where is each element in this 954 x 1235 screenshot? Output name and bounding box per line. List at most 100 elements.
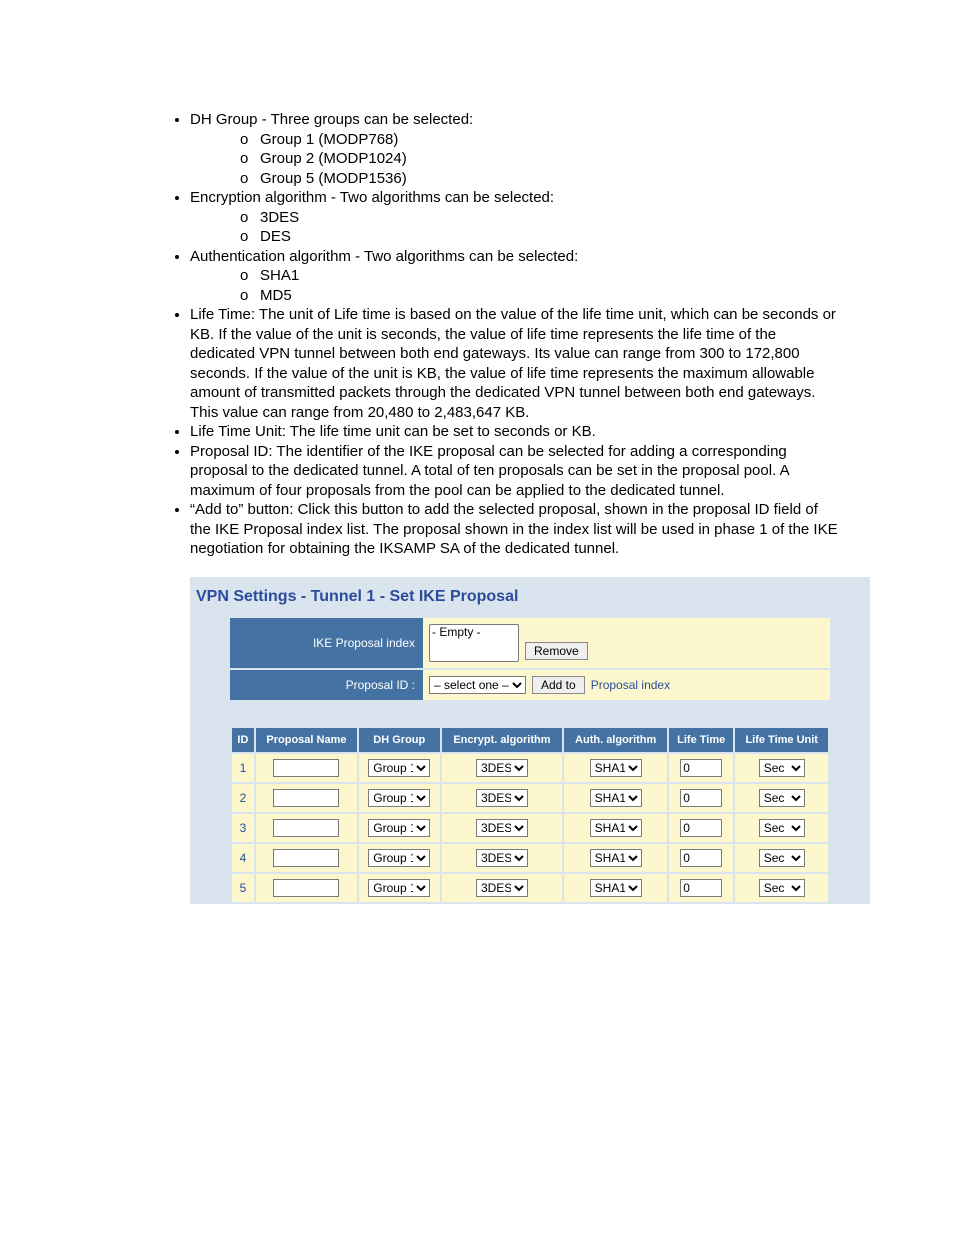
proposal-name-input[interactable] [273,759,339,777]
doc-subitem: 3DES [240,208,839,228]
doc-subitem: Group 1 (MODP768) [240,130,839,150]
lifetime-input[interactable] [680,849,722,867]
doc-item: Authentication algorithm - Two algorithm… [190,247,839,306]
doc-item-text: Life Time Unit: The life time unit can b… [190,423,596,440]
table-row: 2 Group 1 3DES SHA1 Sec [232,784,828,812]
cell-encrypt: 3DES [442,874,563,902]
proposal-name-input[interactable] [273,849,339,867]
lifetime-unit-select[interactable]: Sec [759,849,805,867]
cell-lifetime [669,874,733,902]
proposal-name-input[interactable] [273,879,339,897]
proposal-id-select[interactable]: – select one – [429,676,526,694]
proposal-name-input[interactable] [273,819,339,837]
proposal-name-input[interactable] [273,789,339,807]
cell-auth: SHA1 [564,754,667,782]
doc-sublist: SHA1MD5 [240,266,839,305]
table-header: ID [232,728,254,752]
cell-lifetime [669,754,733,782]
proposal-table-wrap: IDProposal NameDH GroupEncrypt. algorith… [230,726,830,904]
cell-dh-group: Group 1 [359,844,439,872]
cell-id: 2 [232,784,254,812]
cell-id: 1 [232,754,254,782]
dh-group-select[interactable]: Group 1 [368,879,430,897]
cell-encrypt: 3DES [442,784,563,812]
auth-select[interactable]: SHA1 [590,759,642,777]
table-header: Proposal Name [256,728,357,752]
lifetime-unit-select[interactable]: Sec [759,819,805,837]
lifetime-input[interactable] [680,879,722,897]
table-row: 1 Group 1 3DES SHA1 Sec [232,754,828,782]
auth-select[interactable]: SHA1 [590,819,642,837]
lifetime-unit-select[interactable]: Sec [759,759,805,777]
doc-item-text: Authentication algorithm - Two algorithm… [190,248,578,265]
cell-proposal-name [256,844,357,872]
cell-auth: SHA1 [564,814,667,842]
cell-lifetime-unit: Sec [735,784,828,812]
cell-proposal-name [256,814,357,842]
cell-proposal-name [256,784,357,812]
auth-select[interactable]: SHA1 [590,849,642,867]
ike-proposal-index-option[interactable]: - Empty - [430,625,518,640]
cell-auth: SHA1 [564,844,667,872]
doc-item: DH Group - Three groups can be selected:… [190,110,839,188]
table-header: DH Group [359,728,439,752]
cell-lifetime-unit: Sec [735,874,828,902]
cell-encrypt: 3DES [442,844,563,872]
lifetime-unit-select[interactable]: Sec [759,879,805,897]
lifetime-input[interactable] [680,759,722,777]
cell-dh-group: Group 1 [359,754,439,782]
ike-proposal-index-listbox[interactable]: - Empty - [429,624,519,662]
encrypt-select[interactable]: 3DES [476,819,528,837]
add-to-button[interactable]: Add to [532,676,585,694]
cell-id: 4 [232,844,254,872]
doc-item-text: Life Time: The unit of Life time is base… [190,306,836,421]
doc-subitem: Group 2 (MODP1024) [240,149,839,169]
doc-sublist: 3DESDES [240,208,839,247]
encrypt-select[interactable]: 3DES [476,789,528,807]
row-ike-proposal-index: IKE Proposal index - Empty - Remove [230,618,830,670]
lifetime-unit-select[interactable]: Sec [759,789,805,807]
cell-lifetime [669,784,733,812]
lifetime-input[interactable] [680,819,722,837]
encrypt-select[interactable]: 3DES [476,849,528,867]
dh-group-select[interactable]: Group 1 [368,789,430,807]
auth-select[interactable]: SHA1 [590,789,642,807]
cell-lifetime [669,844,733,872]
doc-item-text: Proposal ID: The identifier of the IKE p… [190,443,789,499]
doc-subitem: SHA1 [240,266,839,286]
encrypt-select[interactable]: 3DES [476,879,528,897]
doc-sublist: Group 1 (MODP768)Group 2 (MODP1024)Group… [240,130,839,189]
table-row: 4 Group 1 3DES SHA1 Sec [232,844,828,872]
cell-id: 5 [232,874,254,902]
auth-select[interactable]: SHA1 [590,879,642,897]
doc-item: Life Time Unit: The life time unit can b… [190,422,839,442]
cell-dh-group: Group 1 [359,784,439,812]
vpn-settings-panel: VPN Settings - Tunnel 1 - Set IKE Propos… [190,577,870,904]
dh-group-select[interactable]: Group 1 [368,849,430,867]
table-header: Encrypt. algorithm [442,728,563,752]
cell-lifetime [669,814,733,842]
cell-id: 3 [232,814,254,842]
cell-lifetime-unit: Sec [735,754,828,782]
table-header: Life Time Unit [735,728,828,752]
encrypt-select[interactable]: 3DES [476,759,528,777]
panel-heading: VPN Settings - Tunnel 1 - Set IKE Propos… [190,578,870,618]
table-header: Life Time [669,728,733,752]
cell-encrypt: 3DES [442,814,563,842]
doc-item: “Add to” button: Click this button to ad… [190,500,839,559]
dh-group-select[interactable]: Group 1 [368,819,430,837]
lifetime-input[interactable] [680,789,722,807]
doc-subitem: DES [240,227,839,247]
doc-item-text: “Add to” button: Click this button to ad… [190,501,838,557]
doc-item-text: DH Group - Three groups can be selected: [190,111,473,128]
cell-auth: SHA1 [564,784,667,812]
doc-list: DH Group - Three groups can be selected:… [190,110,839,559]
doc-item: Encryption algorithm - Two algorithms ca… [190,188,839,247]
label-proposal-id: Proposal ID : [230,670,423,700]
dh-group-select[interactable]: Group 1 [368,759,430,777]
proposal-index-label: Proposal index [591,678,670,692]
cell-lifetime-unit: Sec [735,814,828,842]
remove-button[interactable]: Remove [525,642,588,660]
doc-subitem: MD5 [240,286,839,306]
table-row: 5 Group 1 3DES SHA1 Sec [232,874,828,902]
